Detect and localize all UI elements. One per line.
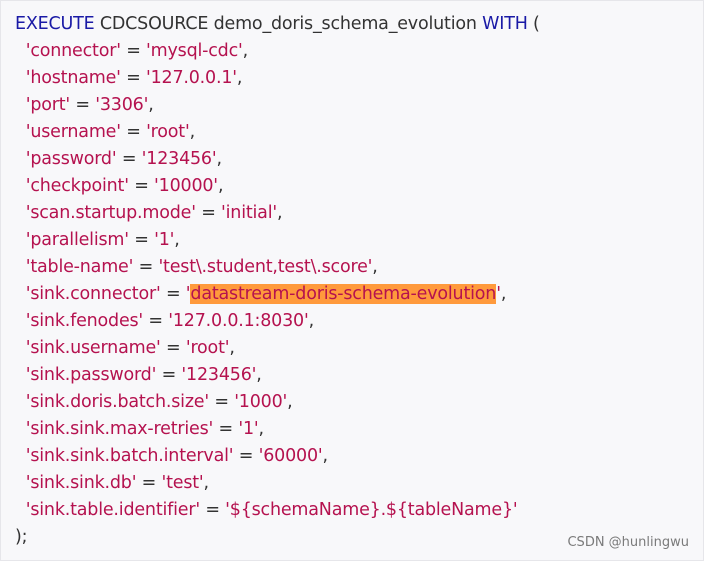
option-line: 'sink.fenodes' = '127.0.0.1:8030', bbox=[25, 311, 315, 331]
option-line: 'parallelism' = '1', bbox=[25, 230, 180, 250]
option-key: 'sink.sink.db' bbox=[25, 473, 137, 493]
option-trail: , bbox=[500, 284, 507, 304]
option-key: 'scan.startup.mode' bbox=[25, 203, 196, 223]
option-trail: , bbox=[256, 365, 262, 385]
option-line: 'table-name' = 'test\.student,test\.scor… bbox=[25, 257, 378, 277]
option-value: 'mysql-cdc' bbox=[146, 41, 243, 61]
option-trail: , bbox=[236, 68, 243, 88]
option-line: 'sink.sink.batch.interval' = '60000', bbox=[25, 446, 329, 466]
option-trail: , bbox=[258, 419, 264, 439]
option-value: '60000' bbox=[258, 446, 323, 466]
code-block: EXECUTE CDCSOURCE demo_doris_schema_evol… bbox=[0, 0, 704, 561]
option-value: 'test' bbox=[161, 473, 204, 493]
option-key: 'hostname' bbox=[25, 68, 121, 88]
keyword-with: WITH bbox=[482, 14, 528, 34]
option-line: 'sink.username' = 'root', bbox=[25, 338, 235, 358]
option-value: 'root' bbox=[146, 122, 190, 142]
option-trail: , bbox=[242, 41, 249, 61]
option-line-highlighted: 'sink.connector' = 'datastream-doris-sch… bbox=[25, 284, 507, 304]
option-trail: , bbox=[148, 95, 154, 115]
option-value: 'test\.student,test\.score' bbox=[158, 257, 373, 277]
option-value: '3306' bbox=[95, 95, 149, 115]
option-line: 'sink.doris.batch.size' = '1000', bbox=[25, 392, 293, 412]
option-key: 'connector' bbox=[25, 41, 121, 61]
option-key: 'sink.doris.batch.size' bbox=[25, 392, 209, 412]
option-value: 'initial' bbox=[221, 203, 277, 223]
option-value: '123456' bbox=[141, 149, 217, 169]
option-trail: , bbox=[216, 149, 222, 169]
option-line: 'username' = 'root', bbox=[25, 122, 196, 142]
option-line: 'sink.sink.max-retries' = '1', bbox=[25, 419, 264, 439]
option-value: '123456' bbox=[181, 365, 257, 385]
option-key: 'sink.fenodes' bbox=[25, 311, 144, 331]
option-trail: , bbox=[308, 311, 315, 331]
option-value: '1000' bbox=[234, 392, 288, 412]
option-value: '${schemaName}.${tableName}' bbox=[225, 500, 518, 520]
keyword-cdcsource: CDCSOURCE bbox=[99, 14, 209, 34]
option-line: 'sink.table.identifier' = '${schemaName}… bbox=[25, 500, 518, 520]
option-key: 'sink.sink.max-retries' bbox=[25, 419, 214, 439]
option-line: 'connector' = 'mysql-cdc', bbox=[25, 41, 249, 61]
option-value: '1' bbox=[154, 230, 175, 250]
option-trail: , bbox=[322, 446, 329, 466]
option-key: 'checkpoint' bbox=[25, 176, 129, 196]
option-key: 'sink.password' bbox=[25, 365, 157, 385]
option-key: 'password' bbox=[25, 149, 117, 169]
option-key: 'port' bbox=[25, 95, 71, 115]
keyword-execute: EXECUTE bbox=[15, 14, 95, 34]
option-key: 'sink.username' bbox=[25, 338, 161, 358]
option-line: 'password' = '123456', bbox=[25, 149, 222, 169]
option-value: '127.0.0.1:8030' bbox=[168, 311, 309, 331]
option-key: 'username' bbox=[25, 122, 121, 142]
option-key: 'parallelism' bbox=[25, 230, 129, 250]
option-trail: , bbox=[372, 257, 378, 277]
option-value: 'root' bbox=[185, 338, 230, 358]
option-key: 'sink.connector' bbox=[25, 284, 161, 304]
option-key: 'sink.sink.batch.interval' bbox=[25, 446, 234, 466]
option-trail: , bbox=[287, 392, 293, 412]
close-paren: ); bbox=[15, 527, 28, 547]
option-key: 'table-name' bbox=[25, 257, 134, 277]
job-name: demo_doris_schema_evolution bbox=[213, 14, 477, 34]
option-line: 'sink.sink.db' = 'test', bbox=[25, 473, 210, 493]
option-value: '127.0.0.1' bbox=[145, 68, 237, 88]
open-paren: ( bbox=[533, 14, 540, 34]
option-value: '1' bbox=[238, 419, 259, 439]
option-trail: , bbox=[189, 122, 196, 142]
option-trail: , bbox=[229, 338, 235, 358]
option-trail: , bbox=[203, 473, 210, 493]
option-line: 'scan.startup.mode' = 'initial', bbox=[25, 203, 283, 223]
watermark: CSDN @hunlingwu bbox=[567, 535, 689, 550]
option-value: '10000' bbox=[154, 176, 218, 196]
option-line: 'hostname' = '127.0.0.1', bbox=[25, 68, 243, 88]
option-line: 'port' = '3306', bbox=[25, 95, 154, 115]
search-highlight: datastream-doris-schema-evolution bbox=[190, 284, 497, 304]
option-trail: , bbox=[276, 203, 283, 223]
code-line-header: EXECUTE CDCSOURCE demo_doris_schema_evol… bbox=[15, 11, 703, 38]
option-line: 'checkpoint' = '10000', bbox=[25, 176, 224, 196]
option-trail: , bbox=[174, 230, 180, 250]
option-key: 'sink.table.identifier' bbox=[25, 500, 200, 520]
option-trail: , bbox=[217, 176, 224, 196]
option-line: 'sink.password' = '123456', bbox=[25, 365, 262, 385]
